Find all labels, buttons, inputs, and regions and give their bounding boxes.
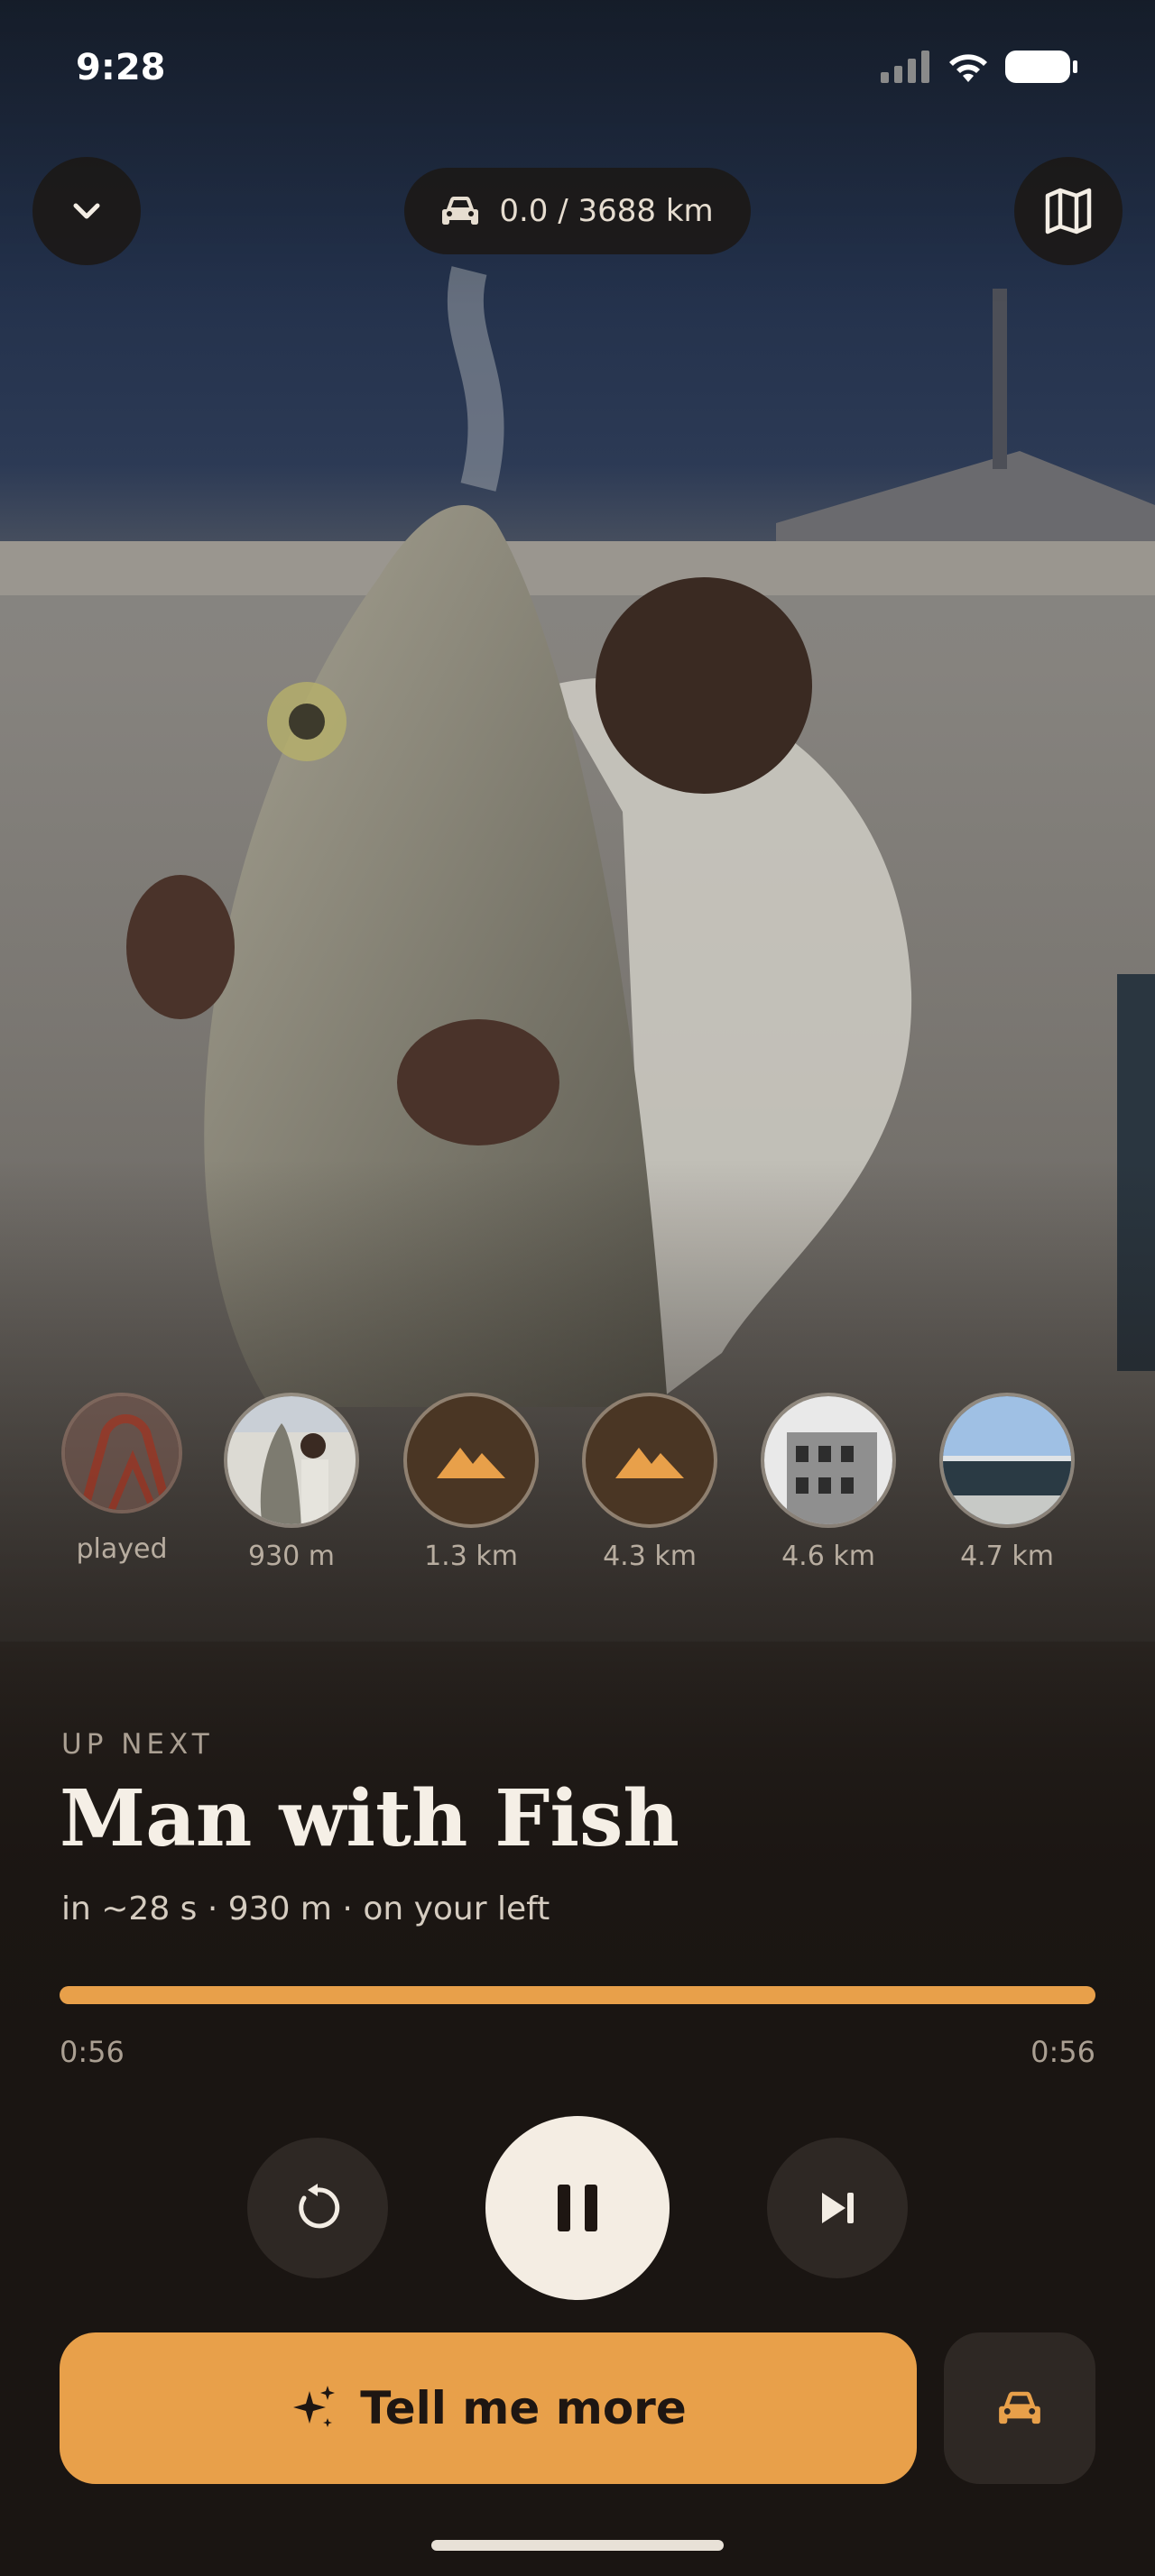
car-icon xyxy=(442,197,479,225)
audio-progress-fill xyxy=(60,1986,1095,2004)
stop-thumbnail xyxy=(403,1393,539,1528)
stop-distance: 4.3 km xyxy=(603,1541,697,1572)
skip-next-icon xyxy=(822,2193,854,2223)
status-time: 9:28 xyxy=(76,47,166,88)
elapsed-time: 0:56 xyxy=(60,2035,125,2069)
audio-progress-bar[interactable] xyxy=(60,1986,1095,2004)
mountain-icon xyxy=(437,1448,505,1478)
status-icons xyxy=(881,49,1079,85)
tell-me-more-button[interactable]: Tell me more xyxy=(60,2332,917,2484)
trip-distance: 0.0 / 3688 km xyxy=(499,193,714,229)
stop-distance: played xyxy=(76,1533,168,1565)
replay-icon xyxy=(299,2184,340,2229)
glass-building-image xyxy=(943,1396,1071,1524)
stop-thumbnail xyxy=(224,1393,359,1528)
skip-next-button[interactable] xyxy=(767,2138,908,2278)
stop-item-4[interactable]: 4.3 km xyxy=(578,1393,722,1572)
sparkle-icon xyxy=(293,2386,336,2427)
pause-button[interactable] xyxy=(485,2116,670,2300)
car-icon xyxy=(999,2391,1040,2424)
cellular-signal-icon xyxy=(881,51,929,83)
stop-thumbnail xyxy=(761,1393,896,1528)
stop-distance: 4.6 km xyxy=(781,1541,875,1572)
map-button[interactable] xyxy=(1014,157,1123,265)
trip-distance-pill: 0.0 / 3688 km xyxy=(404,168,751,254)
chevron-down-icon xyxy=(73,203,100,219)
stops-carousel: played 930 m 1.3 km 4.3 km 4.6 km 4.7 km xyxy=(0,1393,1155,1591)
up-next-label: UP NEXT xyxy=(61,1728,214,1761)
total-time: 0:56 xyxy=(1030,2035,1095,2069)
stop-distance: 1.3 km xyxy=(424,1541,518,1572)
stop-item-6[interactable]: 4.7 km xyxy=(935,1393,1079,1572)
red-sculpture-image xyxy=(65,1396,179,1510)
stop-distance: 930 m xyxy=(247,1541,336,1572)
stop-item-played[interactable]: played xyxy=(50,1393,194,1565)
man-with-fish-image xyxy=(227,1396,356,1524)
stop-thumbnail xyxy=(61,1393,182,1513)
stop-item-man-with-fish[interactable]: 930 m xyxy=(219,1393,364,1572)
map-icon xyxy=(1045,188,1092,235)
stop-item-5[interactable]: 4.6 km xyxy=(756,1393,901,1572)
stop-thumbnail xyxy=(582,1393,717,1528)
drive-mode-button[interactable] xyxy=(944,2332,1095,2484)
replay-button[interactable] xyxy=(247,2138,388,2278)
collapse-button[interactable] xyxy=(32,157,141,265)
stop-distance: 4.7 km xyxy=(960,1541,1054,1572)
wifi-icon xyxy=(949,54,987,82)
tell-me-more-label: Tell me more xyxy=(360,2382,687,2434)
mountain-icon xyxy=(615,1448,684,1478)
battery-icon xyxy=(1005,51,1077,83)
stop-item-3[interactable]: 1.3 km xyxy=(399,1393,543,1572)
home-indicator xyxy=(431,2540,724,2551)
stop-thumbnail xyxy=(939,1393,1075,1528)
stop-subtitle: in ~28 s · 930 m · on your left xyxy=(61,1891,550,1927)
stop-title: Man with Fish xyxy=(60,1773,679,1864)
building-image xyxy=(764,1396,892,1524)
pause-icon xyxy=(558,2185,597,2231)
